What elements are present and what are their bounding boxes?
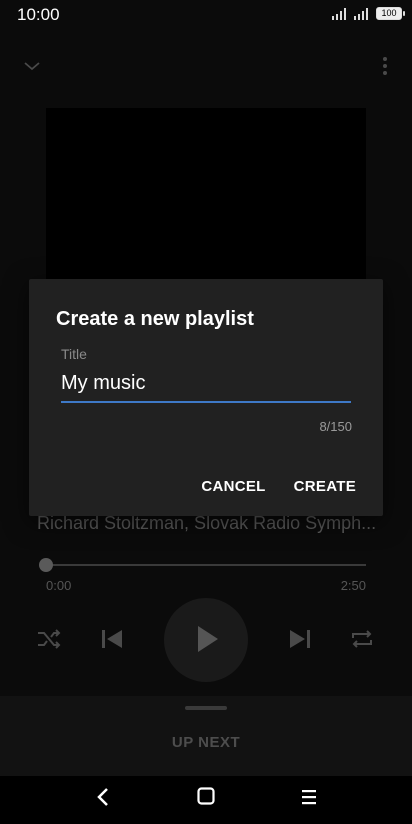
- char-counter: 8/150: [319, 419, 352, 434]
- system-nav-bar: [0, 776, 412, 824]
- playlist-title-input[interactable]: [61, 371, 351, 403]
- current-time: 0:00: [46, 578, 72, 593]
- status-bar: 10:00 100: [0, 0, 412, 32]
- menu-icon[interactable]: [301, 788, 317, 806]
- chevron-down-icon[interactable]: [22, 56, 42, 76]
- up-next-label: UP NEXT: [171, 734, 241, 751]
- create-playlist-dialog: Create a new playlist Title 8/150 CANCEL…: [29, 279, 383, 516]
- play-button[interactable]: [164, 598, 248, 682]
- create-button[interactable]: CREATE: [294, 478, 356, 495]
- shuffle-icon[interactable]: [36, 628, 62, 650]
- more-vertical-icon[interactable]: [382, 56, 388, 76]
- back-icon[interactable]: [95, 786, 111, 808]
- home-icon[interactable]: [197, 787, 215, 805]
- dialog-title: Create a new playlist: [56, 308, 254, 330]
- dialog-actions: CANCEL CREATE: [201, 478, 356, 495]
- repeat-icon[interactable]: [349, 628, 375, 650]
- artist-line: Richard Stoltzman, Slovak Radio Symph...: [37, 513, 377, 533]
- status-icons: 100: [332, 7, 405, 20]
- cancel-button[interactable]: CANCEL: [201, 478, 265, 495]
- battery-icon: 100: [376, 7, 405, 20]
- title-field-label: Title: [61, 346, 87, 362]
- drag-handle[interactable]: [185, 706, 227, 710]
- skip-previous-icon[interactable]: [100, 628, 124, 650]
- up-next-panel[interactable]: UP NEXT: [0, 696, 412, 776]
- playback-controls: [0, 598, 412, 682]
- total-time: 2:50: [340, 578, 366, 593]
- skip-next-icon[interactable]: [288, 628, 312, 650]
- play-icon: [198, 626, 218, 652]
- progress-thumb[interactable]: [39, 558, 53, 572]
- signal-icon-2: [354, 7, 368, 20]
- progress-track[interactable]: [46, 564, 366, 566]
- signal-icon: [332, 7, 346, 20]
- status-time: 10:00: [17, 5, 60, 24]
